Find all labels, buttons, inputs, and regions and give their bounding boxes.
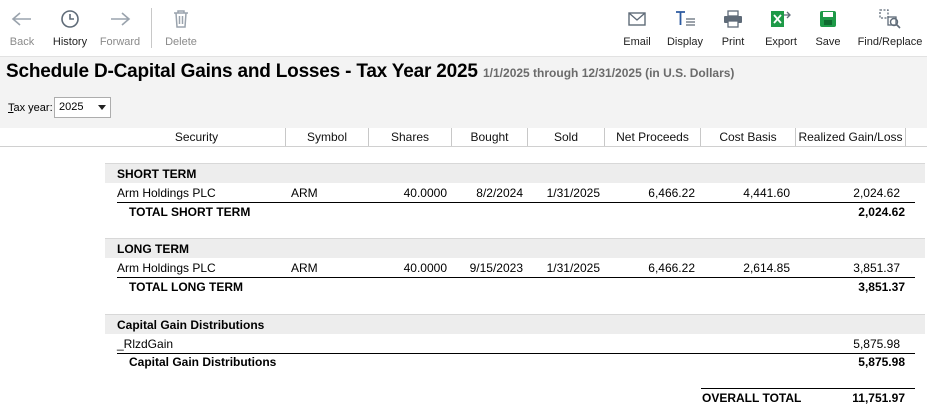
total-short-term-label: TOTAL SHORT TERM (129, 205, 251, 219)
page-title: Schedule D-Capital Gains and Losses - Ta… (6, 61, 478, 82)
total-distributions-value: 5,875.98 (858, 355, 905, 369)
clock-icon (60, 6, 80, 32)
date-range: 1/1/2025 through 12/31/2025 (in U.S. Dol… (483, 66, 735, 80)
section-long-term: LONG TERM (105, 238, 925, 258)
toolbar: Back History Forward Delete Email Displa… (0, 0, 927, 54)
find-replace-icon (878, 6, 902, 32)
history-button[interactable]: History (52, 6, 88, 52)
report-title-bar: Schedule D-Capital Gains and Losses - Ta… (0, 56, 927, 88)
tax-year-select[interactable]: 2025 (54, 97, 111, 118)
total-short-term-value: 2,024.62 (858, 205, 905, 219)
column-net-proceeds[interactable]: Net Proceeds (605, 128, 701, 146)
section-short-term: SHORT TERM (105, 163, 925, 183)
column-security[interactable]: Security (108, 128, 286, 146)
filter-bar: Tax year: 2025 (0, 88, 927, 128)
overall-total-value: 11,751.97 (852, 391, 905, 405)
back-button[interactable]: Back (8, 6, 36, 52)
divider (117, 277, 915, 278)
find-replace-button[interactable]: Find/Replace (856, 6, 924, 52)
divider (117, 353, 915, 354)
column-cost-basis[interactable]: Cost Basis (701, 128, 796, 146)
arrow-left-icon (11, 6, 33, 32)
column-bought[interactable]: Bought (452, 128, 528, 146)
email-button[interactable]: Email (620, 6, 654, 52)
tax-year-label: Tax year: (8, 102, 53, 114)
column-symbol[interactable]: Symbol (286, 128, 369, 146)
total-long-term-label: TOTAL LONG TERM (129, 280, 243, 294)
column-header-row: Security Symbol Shares Bought Sold Net P… (0, 128, 927, 147)
chevron-down-icon (98, 105, 106, 110)
overall-total-label: OVERALL TOTAL (702, 391, 802, 405)
column-sold[interactable]: Sold (528, 128, 605, 146)
text-format-icon (674, 6, 696, 32)
report-body: SHORT TERM Arm Holdings PLC ARM 40.0000 … (0, 148, 927, 411)
delete-button[interactable]: Delete (163, 6, 199, 52)
total-distributions-label: Capital Gain Distributions (129, 355, 277, 369)
excel-export-icon (770, 6, 792, 32)
trash-icon (172, 6, 190, 32)
display-button[interactable]: Display (664, 6, 706, 52)
forward-button[interactable]: Forward (98, 6, 142, 52)
divider (117, 202, 915, 203)
toolbar-divider (151, 8, 152, 48)
floppy-disk-icon (819, 6, 837, 32)
column-shares[interactable]: Shares (369, 128, 452, 146)
column-realized-gain-loss[interactable]: Realized Gain/Loss (796, 128, 906, 146)
export-button[interactable]: Export (762, 6, 800, 52)
divider (701, 388, 915, 389)
total-long-term-value: 3,851.37 (858, 280, 905, 294)
envelope-icon (628, 6, 646, 32)
printer-icon (723, 6, 743, 32)
arrow-right-icon (109, 6, 131, 32)
save-button[interactable]: Save (814, 6, 842, 52)
section-capital-gain-distributions: Capital Gain Distributions (105, 314, 925, 334)
print-button[interactable]: Print (718, 6, 748, 52)
